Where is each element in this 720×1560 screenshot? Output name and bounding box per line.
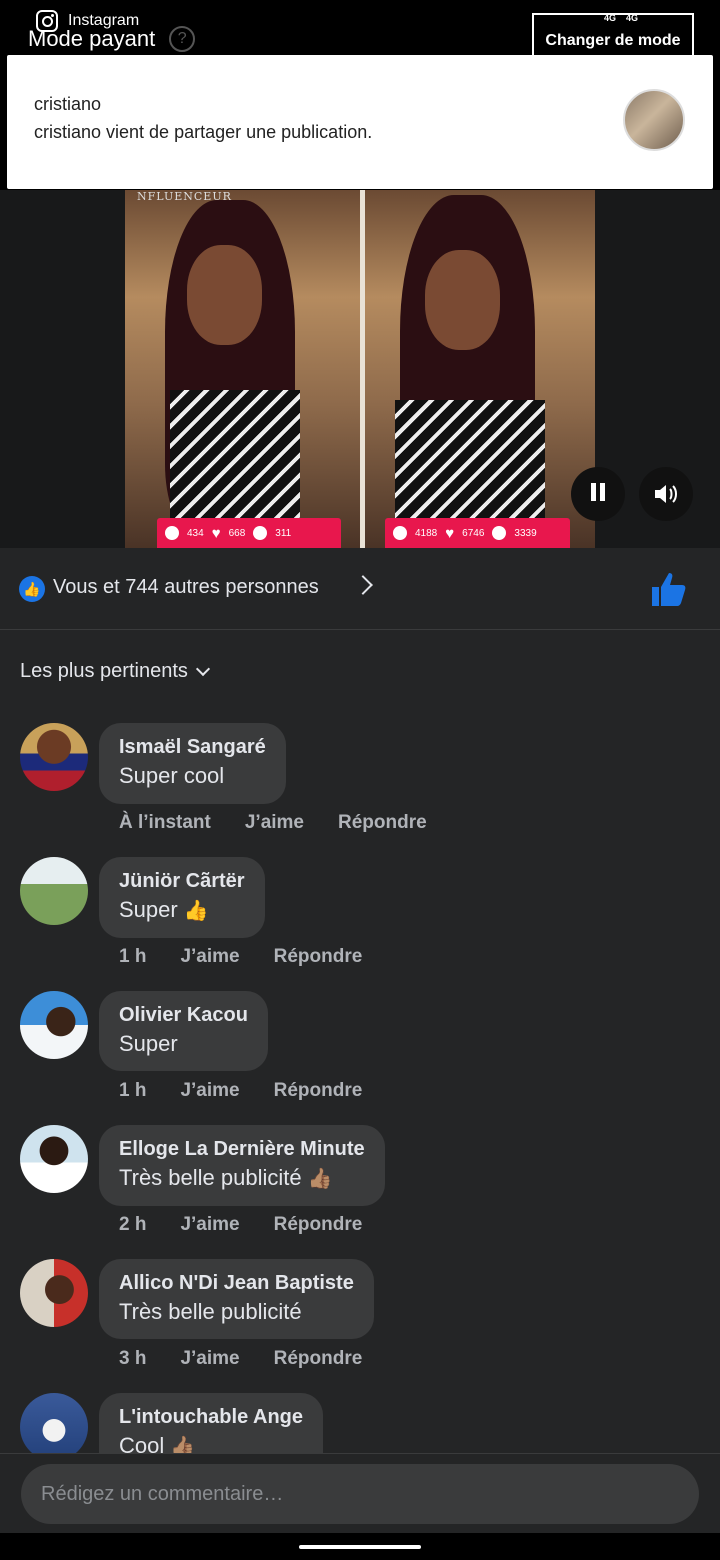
comment-time: 3 h xyxy=(119,1348,147,1369)
avatar[interactable] xyxy=(20,1259,88,1327)
comment-actions: 3 h J’aime Répondre xyxy=(119,1348,362,1370)
chevron-down-icon xyxy=(195,661,210,676)
comment-text: Très belle publicité 👍🏽 xyxy=(119,1165,333,1190)
signal-right-label: 4G xyxy=(626,13,639,23)
comment-reply-link[interactable]: Répondre xyxy=(338,812,427,834)
comment-composer xyxy=(0,1453,720,1533)
speaker-icon xyxy=(655,485,677,503)
avatar[interactable] xyxy=(20,723,88,791)
stats-bar-right: 4188 ♥ 6746 3339 xyxy=(385,518,570,548)
comment-item: Allico N'Di Jean Baptiste Très belle pub… xyxy=(0,1259,720,1393)
heart-icon: ♥ xyxy=(445,524,455,542)
video-panel-left: NFLUENCEUR 434 ♥ 668 311 xyxy=(125,190,360,548)
comment-author[interactable]: L'intouchable Ange xyxy=(119,1403,303,1431)
help-icon[interactable]: ? xyxy=(169,26,196,52)
comment-reply-link[interactable]: Répondre xyxy=(274,946,363,968)
video-watermark: NFLUENCEUR xyxy=(137,190,232,203)
comment-time: 1 h xyxy=(119,946,147,967)
stat-right-1: 6746 xyxy=(462,527,485,539)
comment-item: L'intouchable Ange Cool 👍🏽 xyxy=(0,1393,720,1453)
face-shape xyxy=(187,245,262,345)
comment-text: Cool 👍🏽 xyxy=(119,1433,196,1453)
comment-text: Super cool xyxy=(119,763,225,788)
dress-pattern xyxy=(170,390,300,520)
pause-button[interactable] xyxy=(571,467,625,521)
comment-text: Super 👍 xyxy=(119,897,209,922)
comment-icon xyxy=(165,526,179,540)
comment-time: 1 h xyxy=(119,1080,147,1101)
sort-label: Les plus pertinents xyxy=(20,660,188,682)
comment-time: À l’instant xyxy=(119,812,211,833)
notification-banner[interactable]: cristiano cristiano vient de partager un… xyxy=(7,55,713,189)
like-button[interactable] xyxy=(648,570,688,610)
likes-count-text[interactable]: Vous et 744 autres personnes xyxy=(53,576,319,599)
comment-like-link[interactable]: J’aime xyxy=(180,1348,239,1370)
comment-icon xyxy=(393,526,407,540)
chevron-right-icon xyxy=(353,575,373,595)
comment-like-link[interactable]: J’aime xyxy=(180,946,239,968)
video-panel-right: 4188 ♥ 6746 3339 xyxy=(365,190,595,548)
like-badge-icon: 👍 xyxy=(19,576,45,602)
comment-reply-link[interactable]: Répondre xyxy=(274,1214,363,1236)
comment-sort-dropdown[interactable]: Les plus pertinents xyxy=(20,660,210,683)
notification-avatar xyxy=(623,89,685,151)
comment-author[interactable]: Jüniör Cãrtër xyxy=(119,867,245,895)
pause-icon xyxy=(589,482,607,506)
stat-left-0: 434 xyxy=(187,527,204,539)
reactions-bar[interactable]: 👍 Vous et 744 autres personnes xyxy=(0,548,720,630)
stat-right-2: 3339 xyxy=(514,527,537,539)
comment-like-link[interactable]: J’aime xyxy=(180,1214,239,1236)
comment-actions: 1 h J’aime Répondre xyxy=(119,946,362,968)
video-area: NFLUENCEUR 434 ♥ 668 311 4188 ♥ 6746 3339 xyxy=(0,190,720,548)
comment-actions: 2 h J’aime Répondre xyxy=(119,1214,362,1236)
comment-time: 2 h xyxy=(119,1214,147,1235)
comment-bubble: Olivier Kacou Super xyxy=(99,991,268,1071)
comment-item: Ismaël Sangaré Super cool À l’instant J’… xyxy=(0,723,720,857)
home-indicator[interactable] xyxy=(299,1545,421,1549)
comment-author[interactable]: Allico N'Di Jean Baptiste xyxy=(119,1269,354,1297)
comment-author[interactable]: Ismaël Sangaré xyxy=(119,733,266,761)
avatar[interactable] xyxy=(20,1393,88,1453)
heart-icon: ♥ xyxy=(211,524,221,542)
mode-title: Mode payant ? xyxy=(28,26,196,52)
comment-bubble: Ismaël Sangaré Super cool xyxy=(99,723,286,804)
comment-like-link[interactable]: J’aime xyxy=(245,812,304,834)
comment-input[interactable] xyxy=(21,1464,699,1524)
signal-indicators: 4G 4G xyxy=(604,13,638,23)
video-player[interactable]: NFLUENCEUR 434 ♥ 668 311 4188 ♥ 6746 3339 xyxy=(125,190,595,548)
mode-title-text: Mode payant xyxy=(28,26,156,51)
comment-text: Très belle publicité xyxy=(119,1299,302,1324)
stat-left-2: 311 xyxy=(275,527,292,539)
comment-author[interactable]: Elloge La Dernière Minute xyxy=(119,1135,365,1163)
comment-bubble: Allico N'Di Jean Baptiste Très belle pub… xyxy=(99,1259,374,1339)
comment-like-link[interactable]: J’aime xyxy=(180,1080,239,1102)
share-icon xyxy=(253,526,268,540)
comment-text: Super xyxy=(119,1031,178,1056)
comment-item: Olivier Kacou Super 1 h J’aime Répondre xyxy=(0,991,720,1125)
face-shape xyxy=(425,250,500,350)
comment-reply-link[interactable]: Répondre xyxy=(274,1080,363,1102)
stat-right-0: 4188 xyxy=(415,527,438,539)
comments-list: Ismaël Sangaré Super cool À l’instant J’… xyxy=(0,723,720,1453)
stat-left-1: 668 xyxy=(228,527,246,539)
comment-bubble: Jüniör Cãrtër Super 👍 xyxy=(99,857,265,938)
avatar[interactable] xyxy=(20,857,88,925)
comment-actions: 1 h J’aime Répondre xyxy=(119,1080,362,1102)
signal-left-label: 4G xyxy=(604,13,617,23)
comment-item: Elloge La Dernière Minute Très belle pub… xyxy=(0,1125,720,1259)
volume-button[interactable] xyxy=(639,467,693,521)
comment-actions: À l’instant J’aime Répondre xyxy=(119,812,427,834)
comment-item: Jüniör Cãrtër Super 👍 1 h J’aime Répondr… xyxy=(0,857,720,991)
dress-pattern xyxy=(395,400,545,520)
comment-bubble: Elloge La Dernière Minute Très belle pub… xyxy=(99,1125,385,1206)
comment-author[interactable]: Olivier Kacou xyxy=(119,1001,248,1029)
notification-text: cristiano vient de partager une publicat… xyxy=(34,122,373,142)
comment-bubble: L'intouchable Ange Cool 👍🏽 xyxy=(99,1393,324,1453)
avatar[interactable] xyxy=(20,991,88,1059)
stats-bar-left: 434 ♥ 668 311 xyxy=(157,518,341,548)
comment-reply-link[interactable]: Répondre xyxy=(274,1348,363,1370)
notification-title: cristiano xyxy=(34,94,102,114)
avatar[interactable] xyxy=(20,1125,88,1193)
share-icon xyxy=(492,526,507,540)
